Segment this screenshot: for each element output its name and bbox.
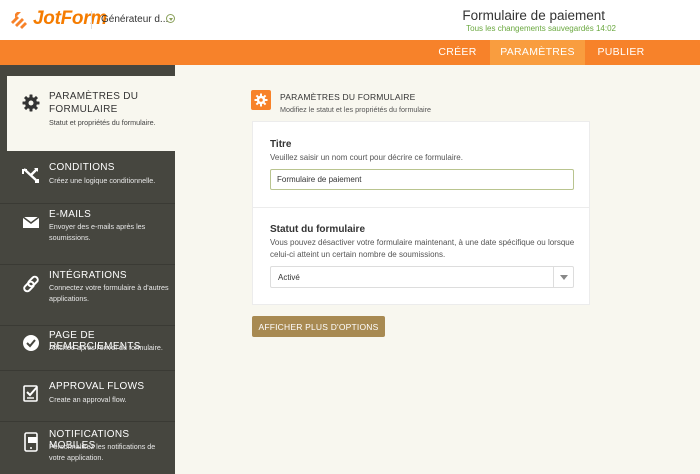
sidebar-item-title: E-MAILS	[49, 209, 92, 220]
sidebar-item-title: PARAMÈTRES DU FORMULAIRE	[49, 91, 139, 115]
sidebar-item-approval-flows[interactable]: APPROVAL FLOWS Create an approval flow.	[0, 371, 175, 421]
main-tab-bar: CRÉER PARAMÈTRES PUBLIER	[0, 40, 700, 65]
form-status-value: Activé	[278, 273, 300, 282]
jotform-logo-icon	[8, 8, 30, 30]
card-divider	[253, 207, 589, 208]
tab-settings[interactable]: PARAMÈTRES	[490, 40, 585, 65]
section-title: PARAMÈTRES DU FORMULAIRE	[280, 92, 416, 102]
gear-icon	[21, 93, 41, 113]
title-label: Titre	[270, 139, 292, 150]
top-header: JotForm Générateur d... Formulaire de pa…	[0, 0, 700, 40]
link-icon	[21, 274, 41, 294]
gear-icon	[251, 90, 271, 110]
save-status: Tous les changements sauvegardés 14:02	[466, 24, 616, 33]
title-help: Veuillez saisir un nom court pour décrir…	[270, 153, 463, 162]
sidebar-item-form-settings[interactable]: PARAMÈTRES DU FORMULAIRE Statut et propr…	[7, 76, 175, 151]
status-help: Vous pouvez désactiver votre formulaire …	[270, 238, 575, 259]
check-circle-icon	[21, 333, 41, 353]
form-settings-card: Titre Veuillez saisir un nom court pour …	[252, 121, 590, 305]
chevron-down-icon[interactable]	[553, 267, 573, 287]
sidebar-item-conditions[interactable]: CONDITIONS Créez une logique conditionne…	[0, 151, 175, 203]
sidebar-item-desc: Créez une logique conditionnelle.	[49, 176, 156, 185]
conditions-icon	[21, 165, 41, 185]
sidebar-item-title: CONDITIONS	[49, 162, 115, 173]
jotform-logo[interactable]: JotForm	[8, 8, 107, 30]
form-status-select[interactable]: Activé	[270, 266, 574, 288]
form-title[interactable]: Formulaire de paiement	[405, 8, 605, 23]
sidebar-item-desc: Statut et propriétés du formulaire.	[49, 118, 156, 127]
sidebar-item-desc: Connectez votre formulaire à d'autres ap…	[49, 283, 169, 303]
logo-text: JotForm	[33, 8, 107, 29]
sidebar-item-desc: Personnalisez les notifications de votre…	[49, 442, 156, 462]
sidebar-item-desc: Envoyer des e-mails après les soumission…	[49, 222, 146, 242]
settings-sidebar: PARAMÈTRES DU FORMULAIRE Statut et propr…	[0, 65, 175, 474]
sidebar-item-desc: Affichée après l'envoi du formulaire.	[49, 343, 163, 352]
sidebar-item-desc: Create an approval flow.	[49, 395, 127, 404]
sidebar-item-title: APPROVAL FLOWS	[49, 381, 145, 392]
chevron-down-icon[interactable]	[166, 14, 175, 23]
tab-publish[interactable]: PUBLIER	[585, 40, 657, 65]
header-divider	[91, 11, 92, 29]
status-label: Statut du formulaire	[270, 224, 366, 235]
section-subtitle: Modifiez le statut et les propriétés du …	[280, 105, 432, 114]
form-title-input[interactable]	[270, 169, 574, 190]
sidebar-item-integrations[interactable]: INTÉGRATIONS Connectez votre formulaire …	[0, 265, 175, 325]
envelope-icon	[21, 212, 41, 232]
sidebar-item-emails[interactable]: E-MAILS Envoyer des e-mails après les so…	[0, 204, 175, 264]
mobile-notification-icon	[21, 432, 41, 452]
sidebar-item-title: INTÉGRATIONS	[49, 270, 127, 281]
tab-create[interactable]: CRÉER	[425, 40, 490, 65]
sidebar-item-mobile-notifications[interactable]: NOTIFICATIONS MOBILES Personnalisez les …	[0, 422, 175, 474]
builder-dropdown-label[interactable]: Générateur d...	[101, 14, 168, 25]
show-more-options-button[interactable]: AFFICHER PLUS D'OPTIONS	[252, 316, 385, 337]
approval-icon	[21, 383, 41, 403]
